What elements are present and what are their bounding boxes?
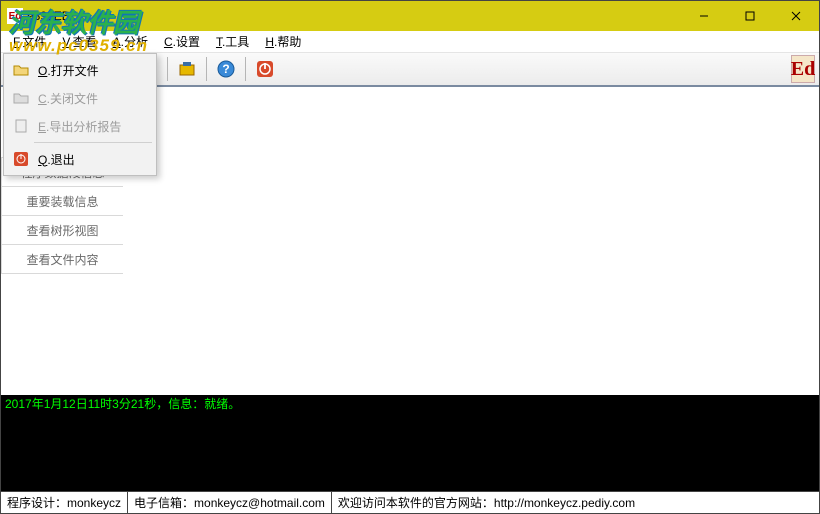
- status-website: 欢迎访问本软件的官方网站：http://monkeycz.pediy.com: [332, 492, 819, 513]
- menu-export-report: E.导出分析报告: [6, 112, 154, 140]
- tool-help[interactable]: ?: [212, 55, 240, 83]
- menu-quit[interactable]: Q.退出: [6, 145, 154, 173]
- main-content: [123, 87, 819, 395]
- toolbar-separator: [167, 57, 168, 81]
- folder-close-icon: [10, 87, 32, 109]
- close-icon: [791, 11, 801, 21]
- titlebar-left: Ed 9896EB: [7, 8, 70, 24]
- status-email: 电子信箱：monkeycz@hotmail.com: [128, 492, 332, 513]
- app-window: Ed 9896EB F.文件 V.查看 A.分析 C.设置 T.工具 H.帮助: [0, 0, 820, 514]
- svg-text:?: ?: [222, 62, 229, 76]
- menu-open-file[interactable]: O.打开文件: [6, 56, 154, 84]
- help-icon: ?: [216, 59, 236, 79]
- menubar: F.文件 V.查看 A.分析 C.设置 T.工具 H.帮助: [1, 31, 819, 53]
- sidebar-item-load-info[interactable]: 重要装载信息: [1, 186, 124, 216]
- toolbar-separator: [245, 57, 246, 81]
- statusbar: 程序设计：monkeycz 电子信箱：monkeycz@hotmail.com …: [1, 491, 819, 513]
- menu-analyze[interactable]: A.分析: [105, 31, 156, 52]
- menu-separator: [34, 142, 152, 143]
- app-logo-right: Ed: [791, 55, 815, 83]
- maximize-icon: [745, 11, 755, 21]
- console-line: 2017年1月12日11时3分21秒，信息：就绪。: [5, 397, 240, 411]
- power-icon: [255, 59, 275, 79]
- menu-file[interactable]: F.文件: [5, 31, 54, 52]
- file-menu-dropdown: O.打开文件 C.关闭文件 E.导出分析报告 Q.退出: [3, 53, 157, 176]
- menu-view[interactable]: V.查看: [54, 31, 104, 52]
- tool-settings[interactable]: [173, 55, 201, 83]
- box-tools-icon: [177, 59, 197, 79]
- tool-quit[interactable]: [251, 55, 279, 83]
- menu-close-file: C.关闭文件: [6, 84, 154, 112]
- window-controls: [681, 1, 819, 31]
- sidebar-item-tree-view[interactable]: 查看树形视图: [1, 215, 124, 245]
- minimize-button[interactable]: [681, 1, 727, 31]
- folder-open-icon: [10, 59, 32, 81]
- close-button[interactable]: [773, 1, 819, 31]
- menu-tools[interactable]: T.工具: [208, 31, 257, 52]
- toolbar-separator: [206, 57, 207, 81]
- maximize-button[interactable]: [727, 1, 773, 31]
- power-icon: [10, 148, 32, 170]
- document-icon: [10, 115, 32, 137]
- titlebar: Ed 9896EB: [1, 1, 819, 31]
- console-output: 2017年1月12日11时3分21秒，信息：就绪。: [1, 395, 819, 491]
- window-title: 9896EB: [27, 9, 70, 23]
- menu-help[interactable]: H.帮助: [257, 31, 309, 52]
- sidebar-item-file-content[interactable]: 查看文件内容: [1, 244, 124, 274]
- menu-config[interactable]: C.设置: [156, 31, 208, 52]
- app-icon: Ed: [7, 8, 23, 24]
- minimize-icon: [699, 11, 709, 21]
- status-designer: 程序设计：monkeycz: [1, 492, 128, 513]
